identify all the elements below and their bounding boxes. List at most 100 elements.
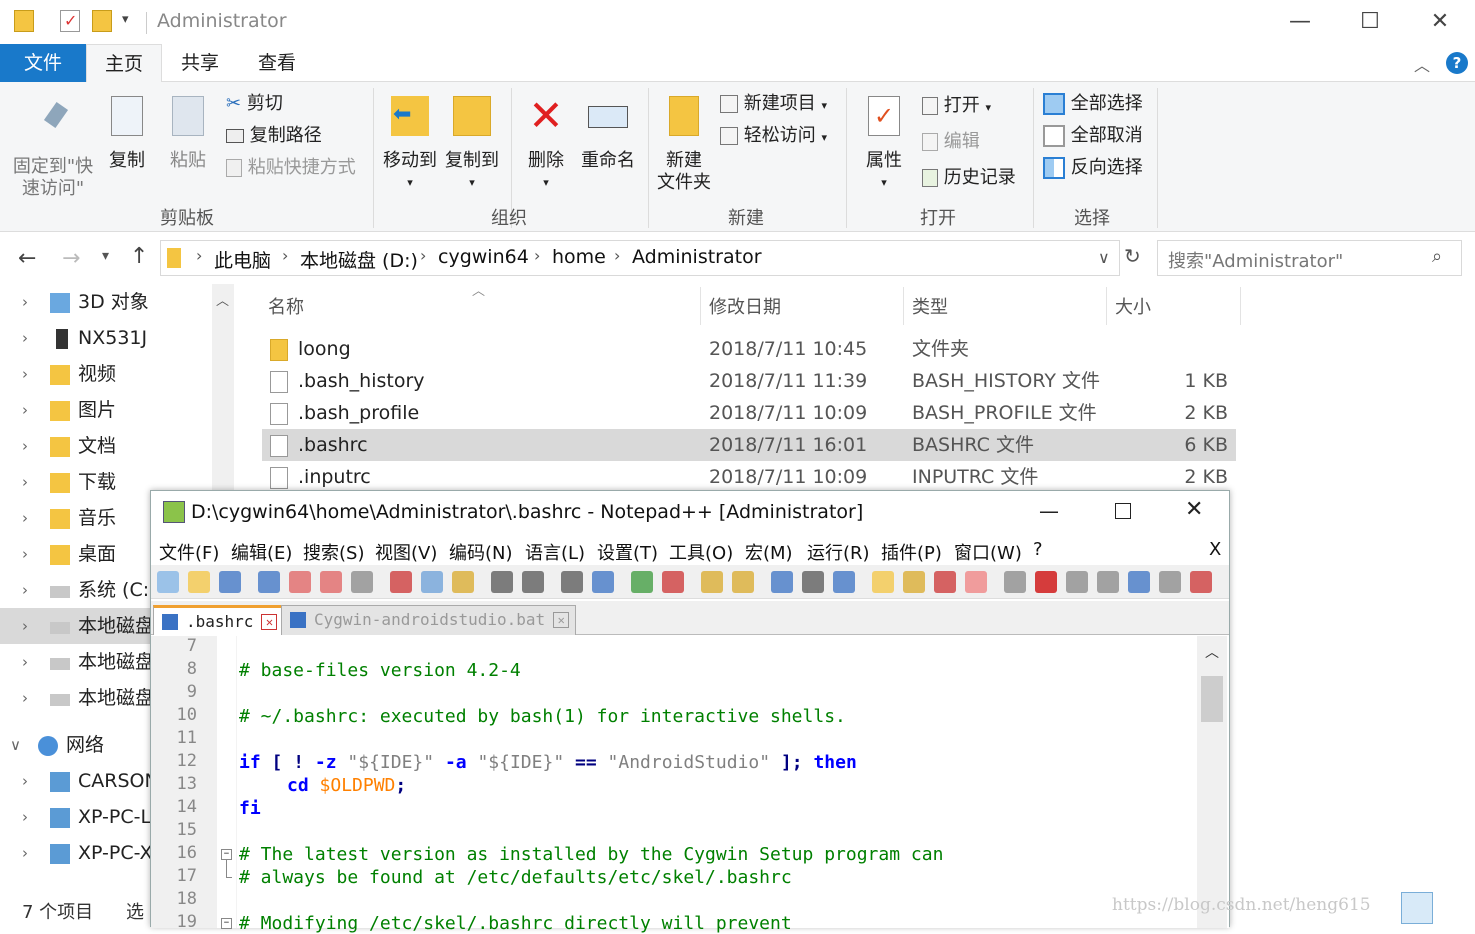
tab-share[interactable]: 共享 [162, 44, 238, 82]
column-divider[interactable] [1106, 287, 1107, 325]
back-arrow-icon[interactable]: ← [18, 246, 36, 271]
menu-item[interactable]: 宏(M) [745, 539, 793, 565]
close-tab-icon[interactable]: ✕ [553, 612, 570, 628]
collapse-ribbon-icon[interactable]: ︿ [1414, 52, 1430, 76]
save-all-icon[interactable] [258, 571, 280, 593]
zoom-out-icon[interactable] [662, 571, 684, 593]
tab-view[interactable]: 查看 [238, 44, 316, 82]
column-divider[interactable] [700, 287, 701, 325]
open-button[interactable]: 打开 ▾ [922, 94, 991, 120]
function-list-icon[interactable] [903, 571, 925, 593]
stop-record-icon[interactable] [1066, 571, 1088, 593]
tab-cygwin-androidstudio[interactable]: Cygwin-androidstudio.bat ✕ [281, 605, 577, 635]
easy-access-button[interactable]: 轻松访问 ▾ [720, 124, 827, 150]
npp-minimize-button[interactable]: — [1039, 499, 1059, 523]
close-button[interactable]: ✕ [1410, 6, 1470, 38]
paste-button[interactable]: 粘贴 [160, 96, 216, 172]
tab-home[interactable]: 主页 [86, 44, 162, 83]
menu-item[interactable]: 运行(R) [807, 539, 870, 565]
menu-item[interactable]: 窗口(W) [954, 539, 1022, 565]
scroll-up-icon[interactable]: ︿ [1205, 642, 1219, 662]
breadcrumb-cygwin64[interactable]: cygwin64 [438, 246, 529, 268]
new-file-icon[interactable] [157, 571, 179, 593]
cut-button[interactable]: ✂ 剪切 [226, 92, 283, 116]
minimize-button[interactable]: — [1270, 6, 1330, 38]
indent-guide-icon[interactable] [833, 571, 855, 593]
new-item-button[interactable]: 新建项目 ▾ [720, 92, 827, 118]
chevron-right-icon[interactable]: › [614, 246, 620, 265]
forward-arrow-icon[interactable]: → [62, 246, 80, 271]
nav-item-3d-objects[interactable]: › 3D 对象 [0, 284, 210, 320]
file-row[interactable]: .inputrc 2018/7/11 10:09 INPUTRC 文件 2 KB [262, 461, 1236, 493]
menu-item[interactable]: ? [1033, 539, 1043, 560]
menu-item[interactable]: 文件(F) [159, 539, 219, 565]
search-icon[interactable]: ⌕ [1432, 246, 1442, 267]
sync-vertical-icon[interactable] [701, 571, 723, 593]
breadcrumb-drive-d[interactable]: 本地磁盘 (D:) [300, 246, 418, 273]
nav-item-nx531j[interactable]: › NX531J [0, 320, 210, 356]
maximize-button[interactable]: ☐ [1340, 6, 1400, 38]
save-macro-icon[interactable] [1159, 571, 1181, 593]
column-divider[interactable] [903, 287, 904, 325]
column-header-type[interactable]: 类型 [912, 293, 948, 319]
history-button[interactable]: 历史记录 [922, 166, 1016, 190]
menu-item[interactable]: 视图(V) [375, 539, 437, 565]
copy-to-button[interactable]: 复制到 ▾ [442, 96, 502, 194]
file-row[interactable]: loong 2018/7/11 10:45 文件夹 [262, 333, 1236, 365]
redo-icon[interactable] [522, 571, 544, 593]
folder-workspace-icon[interactable] [965, 571, 987, 593]
file-row[interactable]: .bash_history 2018/7/11 11:39 BASH_HISTORY… [262, 365, 1236, 397]
breadcrumb-administrator[interactable]: Administrator [632, 246, 762, 268]
new-folder-icon[interactable] [92, 10, 112, 32]
tab-bashrc[interactable]: .bashrc ✕ [153, 605, 285, 635]
fold-collapse-icon[interactable]: − [221, 918, 232, 929]
menu-item[interactable]: 编码(N) [449, 539, 513, 565]
breadcrumb-this-pc[interactable]: 此电脑 [214, 246, 271, 273]
edit-button[interactable]: 编辑 [922, 130, 980, 154]
cut-icon[interactable] [390, 571, 412, 593]
paste-shortcut-button[interactable]: 粘贴快捷方式 [226, 156, 356, 180]
monitor-icon[interactable] [1004, 571, 1026, 593]
sync-horizontal-icon[interactable] [732, 571, 754, 593]
new-folder-button[interactable]: 新建 文件夹 [652, 96, 716, 194]
address-dropdown-icon[interactable]: ∨ [1098, 248, 1110, 267]
chevron-right-icon[interactable]: › [282, 246, 288, 265]
run-macro-icon[interactable] [1128, 571, 1150, 593]
menu-item[interactable]: 工具(O) [669, 539, 733, 565]
details-view-icon[interactable] [1401, 892, 1433, 924]
search-input[interactable]: 搜索"Administrator" [1157, 240, 1462, 276]
invert-selection-button[interactable]: 反向选择 [1043, 156, 1143, 180]
close-all-icon[interactable] [320, 571, 342, 593]
scroll-thumb[interactable] [1201, 676, 1223, 722]
file-row[interactable]: .bash_profile 2018/7/11 10:09 BASH_PROFILE… [262, 397, 1236, 429]
close-icon[interactable] [289, 571, 311, 593]
undo-icon[interactable] [491, 571, 513, 593]
select-all-button[interactable]: 全部选择 [1043, 92, 1143, 116]
up-arrow-icon[interactable]: ↑ [130, 244, 148, 269]
select-none-button[interactable]: 全部取消 [1043, 124, 1143, 148]
menu-item[interactable]: 设置(T) [597, 539, 658, 565]
npp-maximize-button[interactable] [1115, 503, 1131, 519]
tab-file[interactable]: 文件 [0, 44, 86, 82]
find-icon[interactable] [561, 571, 583, 593]
copy-icon[interactable] [421, 571, 443, 593]
column-header-name[interactable]: 名称 [268, 293, 304, 319]
open-file-icon[interactable] [188, 571, 210, 593]
document-map-icon[interactable] [872, 571, 894, 593]
properties-button[interactable]: ✓ 属性 ▾ [856, 96, 912, 194]
help-icon[interactable]: ? [1446, 52, 1468, 74]
replace-icon[interactable] [592, 571, 614, 593]
quick-access-dropdown-icon[interactable]: ▾ [122, 12, 129, 27]
pin-quick-access-button[interactable]: 固定到"快 速访问" [8, 96, 98, 200]
fold-collapse-icon[interactable]: − [221, 849, 232, 860]
menu-item[interactable]: 语言(L) [525, 539, 585, 565]
chevron-right-icon[interactable]: › [420, 246, 426, 265]
rename-button[interactable]: 重命名 [578, 96, 638, 172]
record-macro-icon[interactable] [1035, 571, 1057, 593]
zoom-in-icon[interactable] [631, 571, 653, 593]
file-row-selected[interactable]: .bashrc 2018/7/11 16:01 BASHRC 文件 6 KB [262, 429, 1236, 461]
menu-item[interactable]: 插件(P) [881, 539, 942, 565]
show-all-chars-icon[interactable] [802, 571, 824, 593]
column-header-date[interactable]: 修改日期 [709, 293, 781, 319]
recent-locations-icon[interactable]: ▾ [102, 248, 109, 264]
